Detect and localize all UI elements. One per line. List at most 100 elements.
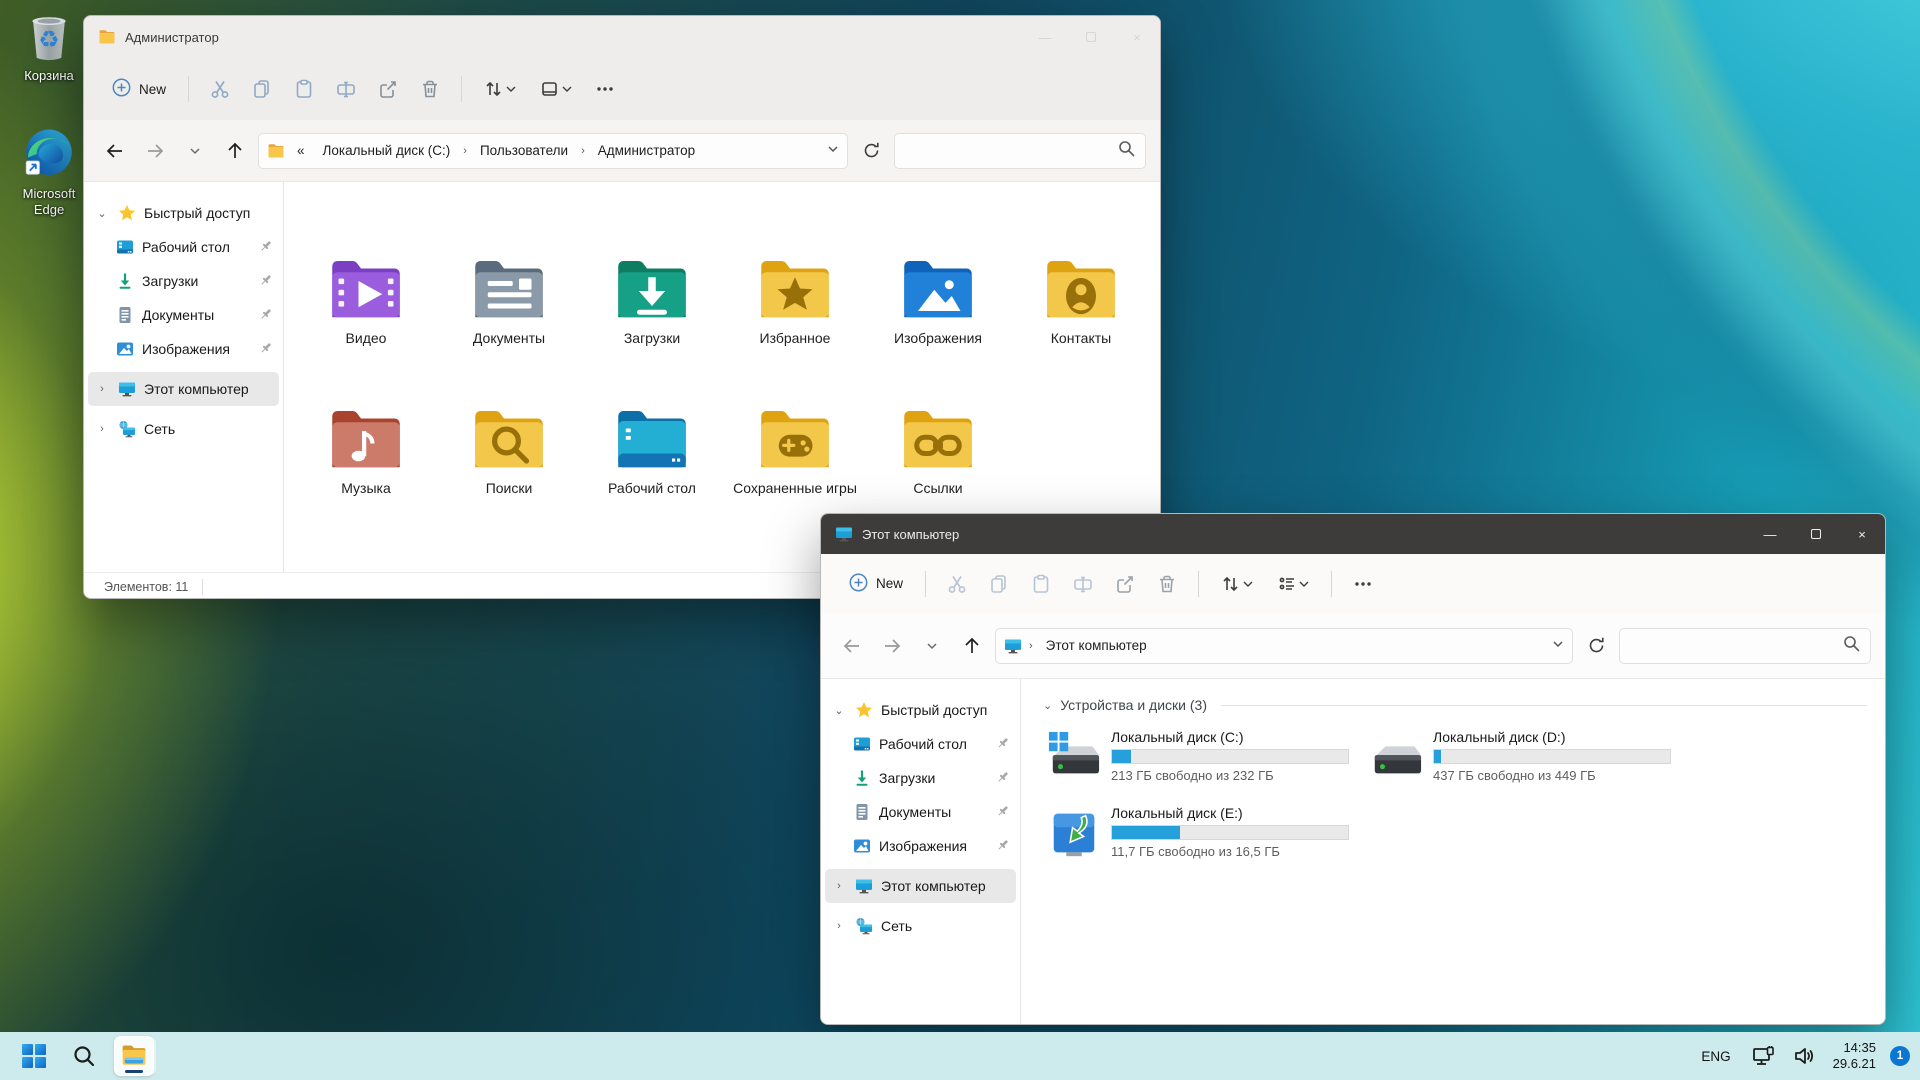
breadcrumb[interactable]: › Этот компьютер xyxy=(995,627,1573,664)
file-item[interactable]: Контакты xyxy=(1015,246,1147,396)
file-item[interactable]: Документы xyxy=(443,246,575,396)
chevron-down-icon[interactable]: ⌄ xyxy=(831,704,847,717)
recent-locations-button[interactable] xyxy=(178,135,212,167)
chevron-right-icon[interactable]: › xyxy=(94,423,110,435)
new-button[interactable]: New xyxy=(102,72,176,106)
chevron-down-icon[interactable]: ⌄ xyxy=(94,207,110,220)
drive-item[interactable]: Локальный диск (C:) 213 ГБ свободно из 23… xyxy=(1043,725,1365,791)
clock-time: 14:35 xyxy=(1843,1040,1876,1055)
sidebar-item-network[interactable]: › Сеть xyxy=(825,909,1016,943)
sort-button[interactable] xyxy=(474,72,526,106)
share-button[interactable] xyxy=(369,72,407,106)
drives-group-header[interactable]: ⌄ Устройства и диски (3) xyxy=(1043,697,1867,713)
maximize-button[interactable] xyxy=(1793,514,1839,554)
copy-button[interactable] xyxy=(980,567,1018,601)
more-options-button[interactable] xyxy=(1344,567,1382,601)
network-icon[interactable] xyxy=(1749,1041,1779,1071)
window2-titlebar[interactable]: Этот компьютер — × xyxy=(821,514,1885,554)
window1-titlebar[interactable]: Администратор — × xyxy=(84,16,1160,58)
sidebar-item-label: Рабочий стол xyxy=(879,736,967,752)
address-dropdown-icon[interactable] xyxy=(827,143,839,158)
minimize-button[interactable]: — xyxy=(1022,16,1068,58)
file-explorer-taskbar-button[interactable] xyxy=(112,1034,156,1078)
file-item[interactable]: Музыка xyxy=(300,396,432,546)
rename-button[interactable] xyxy=(1064,567,1102,601)
file-item[interactable]: Загрузки xyxy=(586,246,718,396)
breadcrumb-item[interactable]: Локальный диск (C:) xyxy=(317,140,457,161)
paste-button[interactable] xyxy=(1022,567,1060,601)
language-indicator[interactable]: ENG xyxy=(1693,1045,1738,1068)
drive-item[interactable]: Локальный диск (E:) 11,7 ГБ свободно из 1… xyxy=(1043,801,1365,867)
sidebar-item-downloads[interactable]: Загрузки xyxy=(88,264,279,298)
file-item[interactable]: Рабочий стол xyxy=(586,396,718,546)
sidebar-item-documents[interactable]: Документы xyxy=(88,298,279,332)
close-button[interactable]: × xyxy=(1114,16,1160,58)
sidebar-item-network[interactable]: › Сеть xyxy=(88,412,279,446)
sidebar-item-desktop[interactable]: Рабочий стол xyxy=(825,727,1016,761)
chevron-right-icon[interactable]: › xyxy=(831,920,847,932)
sidebar-item-documents[interactable]: Документы xyxy=(825,795,1016,829)
sidebar-item-pictures[interactable]: Изображения xyxy=(88,332,279,366)
drive-item[interactable]: Локальный диск (D:) 437 ГБ свободно из 44… xyxy=(1365,725,1687,791)
clock[interactable]: 14:35 29.6.21 xyxy=(1829,1040,1880,1072)
sb-documents-icon xyxy=(853,803,871,821)
maximize-button[interactable] xyxy=(1068,16,1114,58)
view-button[interactable] xyxy=(1267,567,1319,601)
sidebar-item-downloads[interactable]: Загрузки xyxy=(825,761,1016,795)
breadcrumb-item[interactable]: Пользователи xyxy=(474,140,574,161)
volume-icon[interactable] xyxy=(1789,1041,1819,1071)
back-button[interactable] xyxy=(835,630,869,662)
file-item[interactable]: Избранное xyxy=(729,246,861,396)
copy-button[interactable] xyxy=(243,72,281,106)
file-item[interactable]: Видео xyxy=(300,246,432,396)
forward-button[interactable] xyxy=(138,135,172,167)
up-button[interactable] xyxy=(955,630,989,662)
search-input[interactable] xyxy=(905,142,1118,159)
sidebar-item-quick-access[interactable]: ⌄ Быстрый доступ xyxy=(88,196,279,230)
sidebar-item-pictures[interactable]: Изображения xyxy=(825,829,1016,863)
breadcrumb-overflow[interactable]: « xyxy=(291,140,311,161)
paste-button[interactable] xyxy=(285,72,323,106)
breadcrumb-item[interactable]: Этот компьютер xyxy=(1040,635,1153,656)
address-dropdown-icon[interactable] xyxy=(1552,638,1564,653)
refresh-button[interactable] xyxy=(1579,630,1613,662)
sidebar-item-this-pc[interactable]: › Этот компьютер xyxy=(825,869,1016,903)
start-button[interactable] xyxy=(12,1034,56,1078)
sort-button[interactable] xyxy=(1211,567,1263,601)
view-button[interactable] xyxy=(530,72,582,106)
sidebar-item-desktop[interactable]: Рабочий стол xyxy=(88,230,279,264)
more-options-button[interactable] xyxy=(586,72,624,106)
close-button[interactable]: × xyxy=(1839,514,1885,554)
delete-button[interactable] xyxy=(1148,567,1186,601)
breadcrumb[interactable]: « Локальный диск (C:) › Пользователи › Админи… xyxy=(258,132,848,169)
file-item[interactable]: Поиски xyxy=(443,396,575,546)
drive-list: Локальный диск (C:) 213 ГБ свободно из 23… xyxy=(1043,725,1867,867)
back-button[interactable] xyxy=(98,135,132,167)
sidebar-item-this-pc[interactable]: › Этот компьютер xyxy=(88,372,279,406)
rename-button[interactable] xyxy=(327,72,365,106)
sidebar-item-label: Этот компьютер xyxy=(881,878,986,894)
search-input[interactable] xyxy=(1630,637,1843,654)
chevron-right-icon[interactable]: › xyxy=(831,880,847,892)
drive-usage-bar xyxy=(1111,749,1349,764)
search-icon xyxy=(1843,635,1860,657)
refresh-button[interactable] xyxy=(854,135,888,167)
chevron-right-icon[interactable]: › xyxy=(94,383,110,395)
delete-button[interactable] xyxy=(411,72,449,106)
breadcrumb-item[interactable]: Администратор xyxy=(592,140,701,161)
documents-folder-icon xyxy=(469,246,549,326)
file-item[interactable]: Изображения xyxy=(872,246,1004,396)
desktop-icon-edge[interactable]: Microsoft Edge xyxy=(6,126,92,218)
notification-badge[interactable]: 1 xyxy=(1890,1046,1910,1066)
desktop-icon-recycle-bin[interactable]: ♻ Корзина xyxy=(6,8,92,84)
forward-button[interactable] xyxy=(875,630,909,662)
sidebar-item-quick-access[interactable]: ⌄ Быстрый доступ xyxy=(825,693,1016,727)
cut-button[interactable] xyxy=(938,567,976,601)
search-button[interactable] xyxy=(62,1034,106,1078)
new-button[interactable]: New xyxy=(839,567,913,601)
cut-button[interactable] xyxy=(201,72,239,106)
minimize-button[interactable]: — xyxy=(1747,514,1793,554)
recent-locations-button[interactable] xyxy=(915,630,949,662)
up-button[interactable] xyxy=(218,135,252,167)
share-button[interactable] xyxy=(1106,567,1144,601)
